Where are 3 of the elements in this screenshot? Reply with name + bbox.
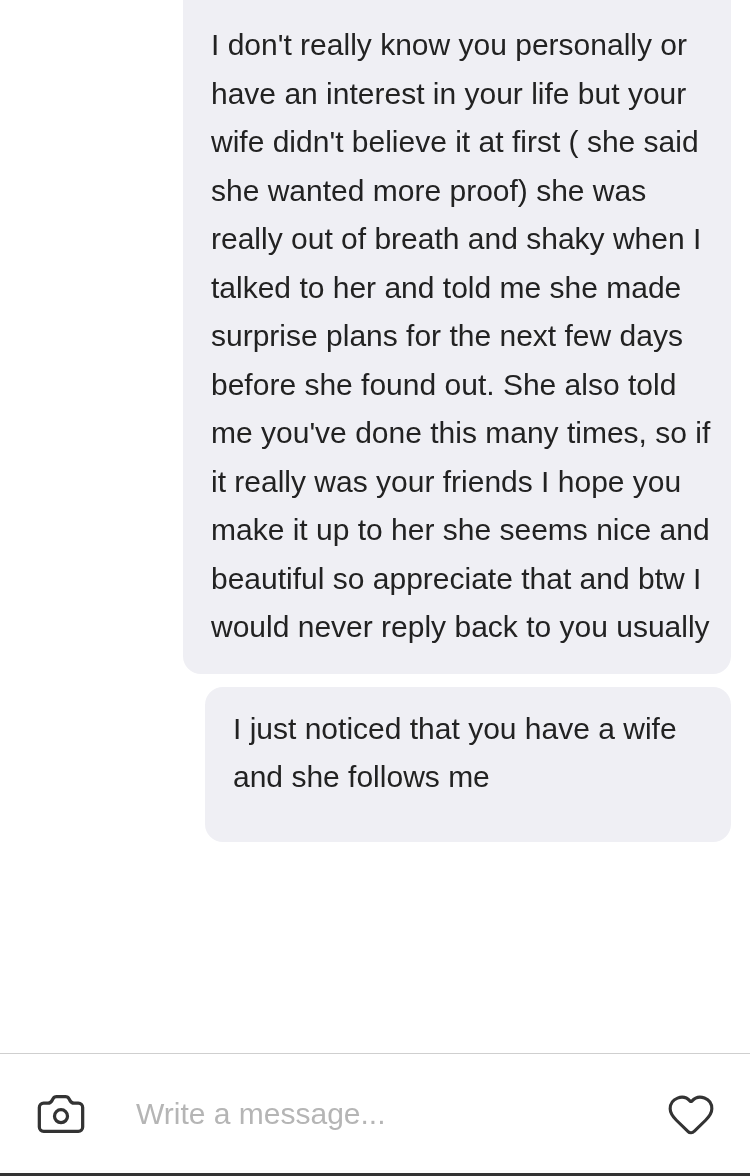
message-field[interactable]: Write a message... [136,1091,618,1136]
message-text: I don't really know you personally or have an interest in your life but your wife didn't believe it at first ( she said she wanted more proof) she was really out of breath and shaky when I talked to her and told me she made surprise plans for the next few days before she found out. She also told me you've done this many times, so if it really was your friends I hope you make it up to her she seems nice and beautiful so appreciate that and btw I would never reply back to you usually [211,27,711,645]
message-text: I just noticed that you have a wife and she follows me [233,710,678,795]
